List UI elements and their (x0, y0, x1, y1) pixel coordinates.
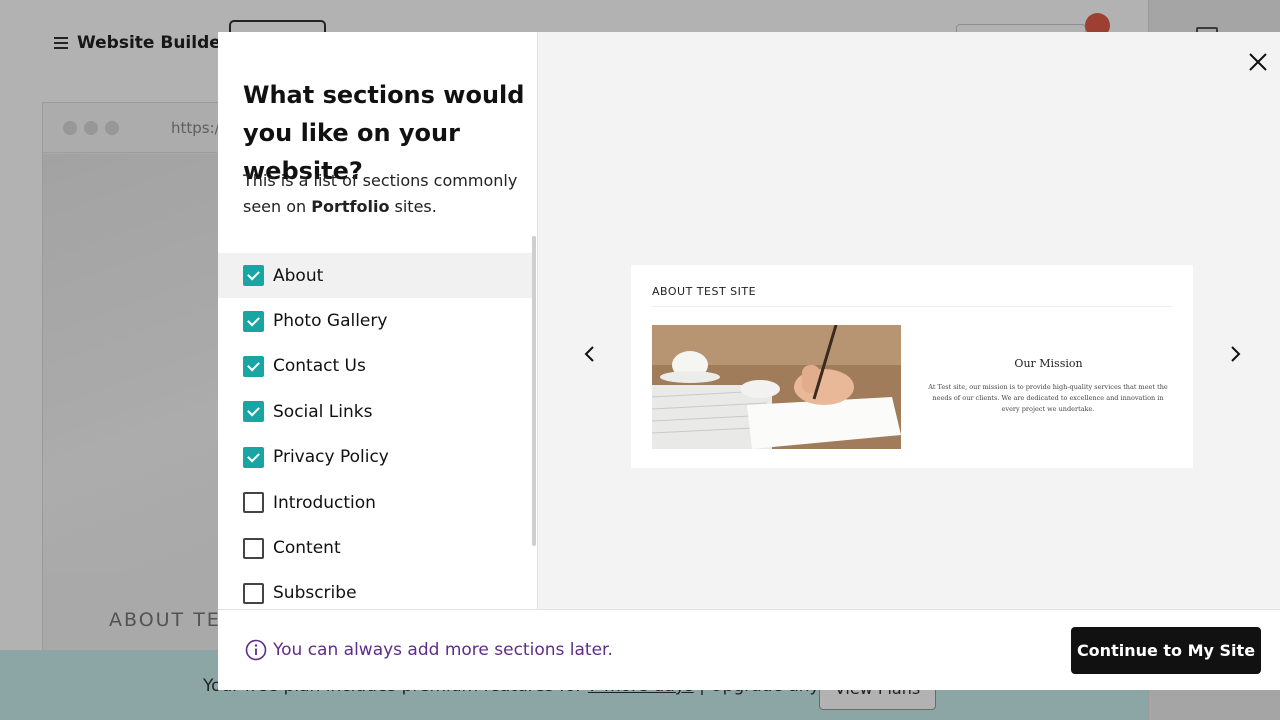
section-item-label: Subscribe (273, 583, 357, 604)
continue-button[interactable]: Continue to My Site (1071, 627, 1261, 674)
subtitle-suffix: sites. (389, 197, 437, 216)
preview-divider (652, 306, 1172, 307)
section-item-label: Introduction (273, 492, 376, 513)
info-icon (245, 639, 267, 661)
section-item-label: Photo Gallery (273, 311, 388, 332)
preview-mission-title: Our Mission (1014, 357, 1083, 370)
footer-note: You can always add more sections later. (273, 640, 613, 660)
section-item[interactable]: Privacy Policy (218, 435, 532, 480)
chevron-left-icon (584, 346, 594, 362)
prev-section-button[interactable] (580, 344, 600, 364)
close-button[interactable] (1246, 50, 1270, 74)
checkbox-unchecked[interactable] (243, 537, 264, 559)
section-item[interactable]: Photo Gallery (218, 298, 532, 343)
section-item[interactable]: Content (218, 525, 532, 570)
chevron-right-icon (1231, 346, 1241, 362)
checkbox-checked[interactable] (243, 401, 264, 423)
section-checklist: About Photo Gallery Contact Us Social Links… (218, 253, 532, 609)
checkbox-unchecked[interactable] (243, 582, 264, 604)
modal-footer: You can always add more sections later. … (218, 609, 1280, 690)
preview-photo (652, 325, 901, 449)
checkbox-checked[interactable] (243, 446, 264, 468)
section-item-label: Content (273, 538, 341, 559)
preview-heading: ABOUT TEST SITE (652, 285, 757, 298)
section-item-label: Social Links (273, 401, 373, 422)
close-icon (1249, 53, 1267, 71)
preview-mission-body: At Test site, our mission is to provide … (928, 383, 1168, 413)
next-section-button[interactable] (1225, 344, 1245, 364)
section-item[interactable]: Introduction (218, 480, 532, 525)
section-item-label: Privacy Policy (273, 447, 389, 468)
section-item[interactable]: Contact Us (218, 344, 532, 389)
modal-subtitle: This is a list of sections commonly seen… (243, 168, 523, 220)
sections-modal: What sections would you like on your web… (218, 32, 1280, 690)
sections-pane: What sections would you like on your web… (218, 32, 538, 609)
subtitle-site-type: Portfolio (311, 197, 390, 216)
section-item[interactable]: Social Links (218, 389, 532, 434)
list-scrollbar[interactable] (532, 236, 536, 546)
section-item[interactable]: About (218, 253, 532, 299)
checkbox-unchecked[interactable] (243, 492, 264, 514)
checkbox-checked[interactable] (243, 355, 264, 377)
section-item-label: About (273, 265, 324, 286)
section-preview-card: ABOUT TEST SITE Our Mission At Test site… (631, 265, 1193, 468)
checkbox-checked[interactable] (243, 265, 264, 287)
checkbox-checked[interactable] (243, 310, 264, 332)
section-item[interactable]: Subscribe (218, 571, 532, 609)
section-item-label: Contact Us (273, 356, 366, 377)
